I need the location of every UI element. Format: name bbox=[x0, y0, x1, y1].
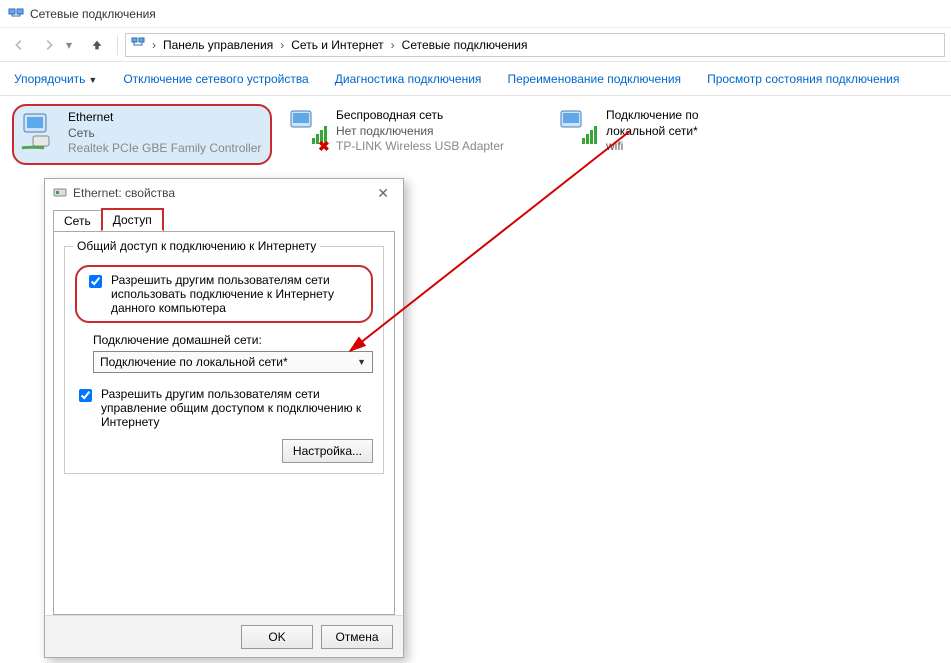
allow-control-label: Разрешить другим пользователям сети упра… bbox=[101, 387, 373, 429]
connection-item-lan[interactable]: Подключение по локальной сети* wifi bbox=[552, 104, 762, 161]
dialog-footer: OK Отмена bbox=[45, 615, 403, 657]
nic-icon bbox=[53, 185, 67, 202]
tab-network[interactable]: Сеть bbox=[53, 210, 102, 231]
connection-status: wifi bbox=[606, 139, 756, 155]
connection-name: Ethernet bbox=[68, 110, 261, 126]
allow-share-label: Разрешить другим пользователям сети испо… bbox=[111, 273, 363, 315]
cancel-label: Отмена bbox=[335, 630, 378, 644]
tab-panel-access: Общий доступ к подключению к Интернету Р… bbox=[53, 231, 395, 615]
allow-control-row: Разрешить другим пользователям сети упра… bbox=[75, 387, 373, 429]
wireless-icon: ✖ bbox=[288, 108, 330, 150]
status-link[interactable]: Просмотр состояния подключения bbox=[707, 72, 899, 86]
settings-button[interactable]: Настройка... bbox=[282, 439, 373, 463]
diagnose-link[interactable]: Диагностика подключения bbox=[335, 72, 482, 86]
select-value: Подключение по локальной сети* bbox=[100, 355, 288, 369]
allow-share-row: Разрешить другим пользователям сети испо… bbox=[75, 265, 373, 323]
breadcrumb-item[interactable]: Панель управления bbox=[158, 36, 278, 54]
chevron-right-icon: › bbox=[389, 38, 397, 52]
dialog-title: Ethernet: свойства bbox=[73, 186, 175, 200]
connection-name: Беспроводная сеть bbox=[336, 108, 504, 124]
organize-menu[interactable]: Упорядочить▼ bbox=[14, 72, 97, 86]
ethernet-icon bbox=[20, 110, 62, 152]
chevron-right-icon: › bbox=[150, 38, 158, 52]
dialog-tabs: Сеть Доступ bbox=[45, 207, 403, 231]
ok-button[interactable]: OK bbox=[241, 625, 313, 649]
organize-label: Упорядочить bbox=[14, 72, 85, 86]
connection-item-ethernet[interactable]: Ethernet Сеть Realtek PCIe GBE Family Co… bbox=[12, 104, 272, 165]
separator bbox=[117, 35, 118, 55]
disable-device-link[interactable]: Отключение сетевого устройства bbox=[123, 72, 308, 86]
nav-back-button[interactable] bbox=[6, 32, 32, 58]
nav-up-button[interactable] bbox=[84, 32, 110, 58]
home-network-select[interactable]: Подключение по локальной сети* ▼ bbox=[93, 351, 373, 373]
connection-device: Realtek PCIe GBE Family Controller bbox=[68, 141, 261, 157]
nav-history-dropdown[interactable]: ▾ bbox=[66, 38, 80, 52]
rename-link[interactable]: Переименование подключения bbox=[507, 72, 681, 86]
allow-share-checkbox[interactable] bbox=[89, 275, 102, 288]
ok-label: OK bbox=[268, 630, 285, 644]
chevron-down-icon: ▼ bbox=[88, 75, 97, 85]
network-folder-icon bbox=[8, 4, 24, 23]
command-toolbar: Упорядочить▼ Отключение сетевого устройс… bbox=[0, 62, 951, 96]
cancel-button[interactable]: Отмена bbox=[321, 625, 393, 649]
connection-status: Нет подключения bbox=[336, 124, 504, 140]
settings-button-label: Настройка... bbox=[293, 444, 362, 458]
window-titlebar: Сетевые подключения bbox=[0, 0, 951, 28]
properties-dialog: Ethernet: свойства ✕ Сеть Доступ Общий д… bbox=[44, 178, 404, 658]
breadcrumb[interactable]: › Панель управления › Сеть и Интернет › … bbox=[125, 33, 945, 57]
network-icon bbox=[130, 35, 146, 54]
lan-icon bbox=[558, 108, 600, 150]
allow-control-checkbox[interactable] bbox=[79, 389, 92, 402]
home-network-label: Подключение домашней сети: bbox=[93, 333, 373, 347]
connection-name: Подключение по локальной сети* bbox=[606, 108, 756, 139]
window-title: Сетевые подключения bbox=[30, 7, 156, 21]
connections-list: Ethernet Сеть Realtek PCIe GBE Family Co… bbox=[12, 104, 939, 165]
content-area: Ethernet Сеть Realtek PCIe GBE Family Co… bbox=[0, 96, 951, 663]
navigation-bar: ▾ › Панель управления › Сеть и Интернет … bbox=[0, 28, 951, 62]
chevron-down-icon: ▼ bbox=[357, 357, 366, 367]
nav-forward-button[interactable] bbox=[36, 32, 62, 58]
connection-device: TP-LINK Wireless USB Adapter bbox=[336, 139, 504, 155]
breadcrumb-item[interactable]: Сеть и Интернет bbox=[286, 36, 388, 54]
group-legend: Общий доступ к подключению к Интернету bbox=[73, 239, 320, 253]
breadcrumb-item[interactable]: Сетевые подключения bbox=[397, 36, 533, 54]
ics-group: Общий доступ к подключению к Интернету Р… bbox=[64, 246, 384, 474]
chevron-right-icon: › bbox=[278, 38, 286, 52]
disconnected-x-icon: ✖ bbox=[318, 138, 332, 152]
dialog-titlebar[interactable]: Ethernet: свойства ✕ bbox=[45, 179, 403, 207]
connection-item-wireless[interactable]: ✖ Беспроводная сеть Нет подключения TP-L… bbox=[282, 104, 542, 161]
connection-status: Сеть bbox=[68, 126, 261, 142]
close-button[interactable]: ✕ bbox=[371, 183, 395, 204]
tab-access[interactable]: Доступ bbox=[101, 208, 164, 231]
